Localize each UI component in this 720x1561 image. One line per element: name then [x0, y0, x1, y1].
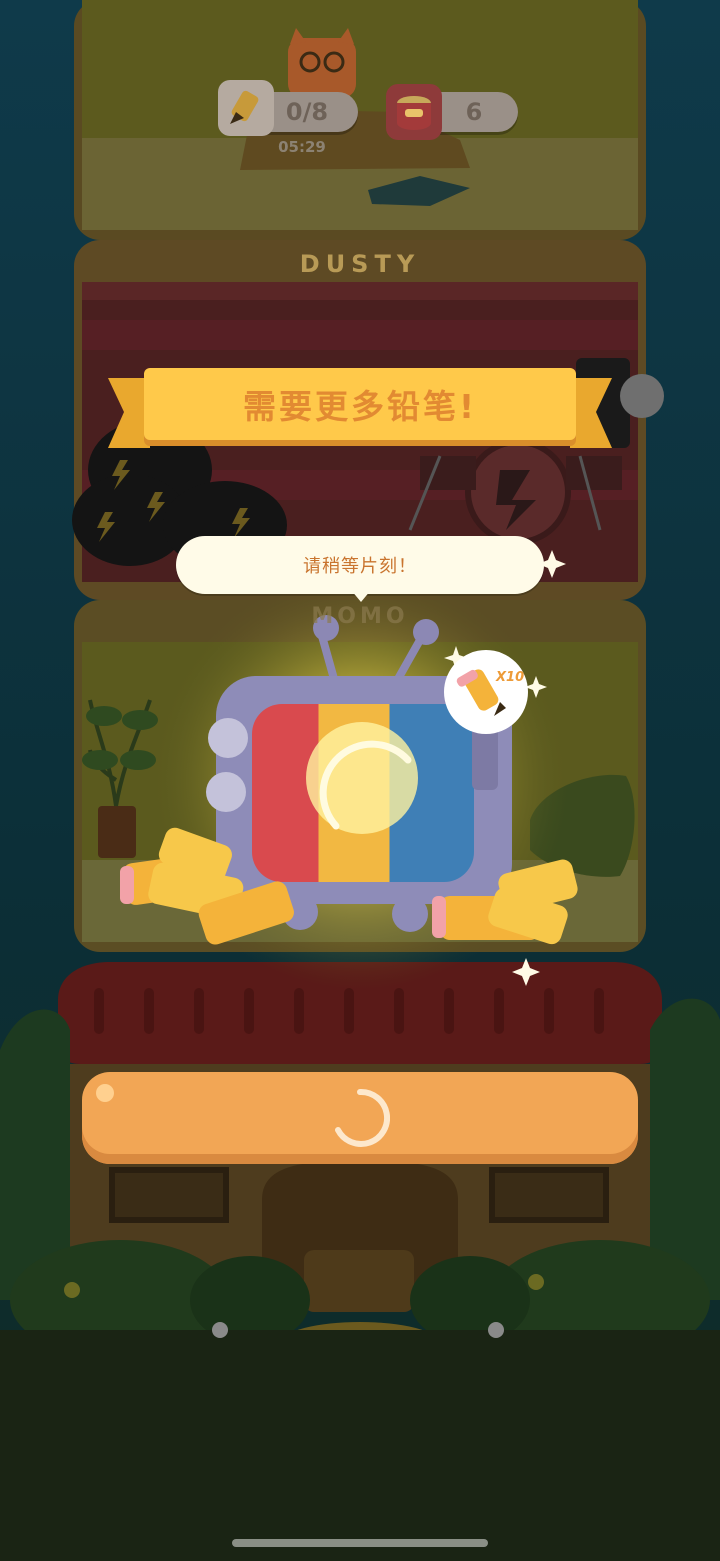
speech-bubble-tail — [351, 590, 371, 602]
floor-name-lower: MOMO — [311, 604, 409, 629]
pencil-icon — [456, 669, 506, 716]
reward-count: X10 — [496, 670, 525, 685]
home-indicator[interactable] — [232, 1539, 488, 1547]
popup-title-ribbon: 需要更多铅笔! — [144, 368, 576, 440]
reward-badge — [444, 650, 528, 734]
claim-button[interactable] — [82, 1072, 638, 1164]
speech-bubble-text: 请稍等片刻！ — [303, 556, 417, 577]
speech-bubble: 请稍等片刻！ — [176, 536, 544, 594]
button-highlight — [96, 1084, 114, 1102]
pencil-icon — [218, 80, 274, 136]
cat-food-counter-value: 6 — [465, 98, 483, 126]
cat-food-can-icon — [386, 84, 442, 140]
popup-title: 需要更多铅笔! — [242, 387, 478, 426]
game-scene-background — [0, 0, 720, 1561]
pencil-counter-value: 0/8 — [285, 98, 329, 126]
round-timer: 05:29 — [278, 138, 326, 156]
loading-spinner-icon — [335, 1088, 390, 1147]
floor-name-upper: DUSTY — [299, 250, 421, 278]
